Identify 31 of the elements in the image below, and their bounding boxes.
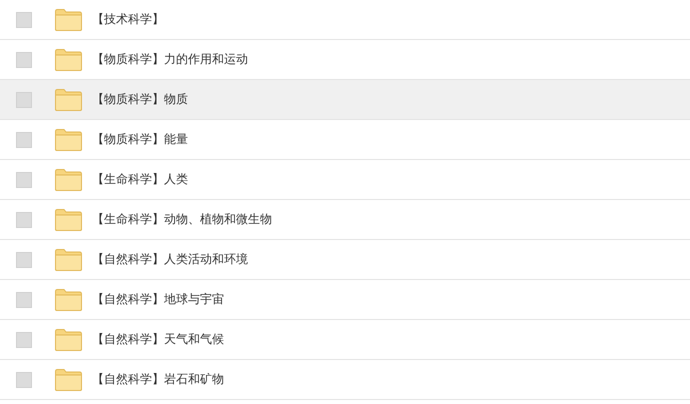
folder-icon [55, 288, 82, 310]
folder-name: 【自然科学】地球与宇宙 [92, 291, 224, 308]
folder-name: 【物质科学】物质 [92, 91, 188, 108]
folder-name: 【自然科学】天气和气候 [92, 331, 224, 348]
folder-name: 【自然科学】岩石和矿物 [92, 371, 224, 388]
checkbox[interactable] [16, 332, 32, 348]
checkbox[interactable] [16, 92, 32, 108]
folder-icon [55, 48, 82, 70]
folder-icon [55, 248, 82, 270]
checkbox[interactable] [16, 52, 32, 68]
folder-row[interactable]: 【物质科学】物质 [0, 80, 690, 120]
checkbox[interactable] [16, 12, 32, 28]
folder-icon [55, 88, 82, 110]
folder-icon [55, 368, 82, 390]
checkbox[interactable] [16, 212, 32, 228]
folder-icon [55, 128, 82, 150]
checkbox[interactable] [16, 172, 32, 188]
checkbox[interactable] [16, 292, 32, 308]
checkbox[interactable] [16, 132, 32, 148]
folder-icon [55, 8, 82, 30]
checkbox[interactable] [16, 252, 32, 268]
folder-name: 【生命科学】动物、植物和微生物 [92, 211, 272, 228]
checkbox[interactable] [16, 372, 32, 388]
folder-name: 【物质科学】能量 [92, 131, 188, 148]
folder-name: 【生命科学】人类 [92, 171, 188, 188]
folder-name: 【自然科学】人类活动和环境 [92, 251, 248, 268]
folder-icon [55, 328, 82, 350]
folder-icon [55, 168, 82, 190]
folder-name: 【技术科学】 [92, 11, 164, 28]
folder-icon [55, 208, 82, 230]
folder-name: 【物质科学】力的作用和运动 [92, 51, 248, 68]
